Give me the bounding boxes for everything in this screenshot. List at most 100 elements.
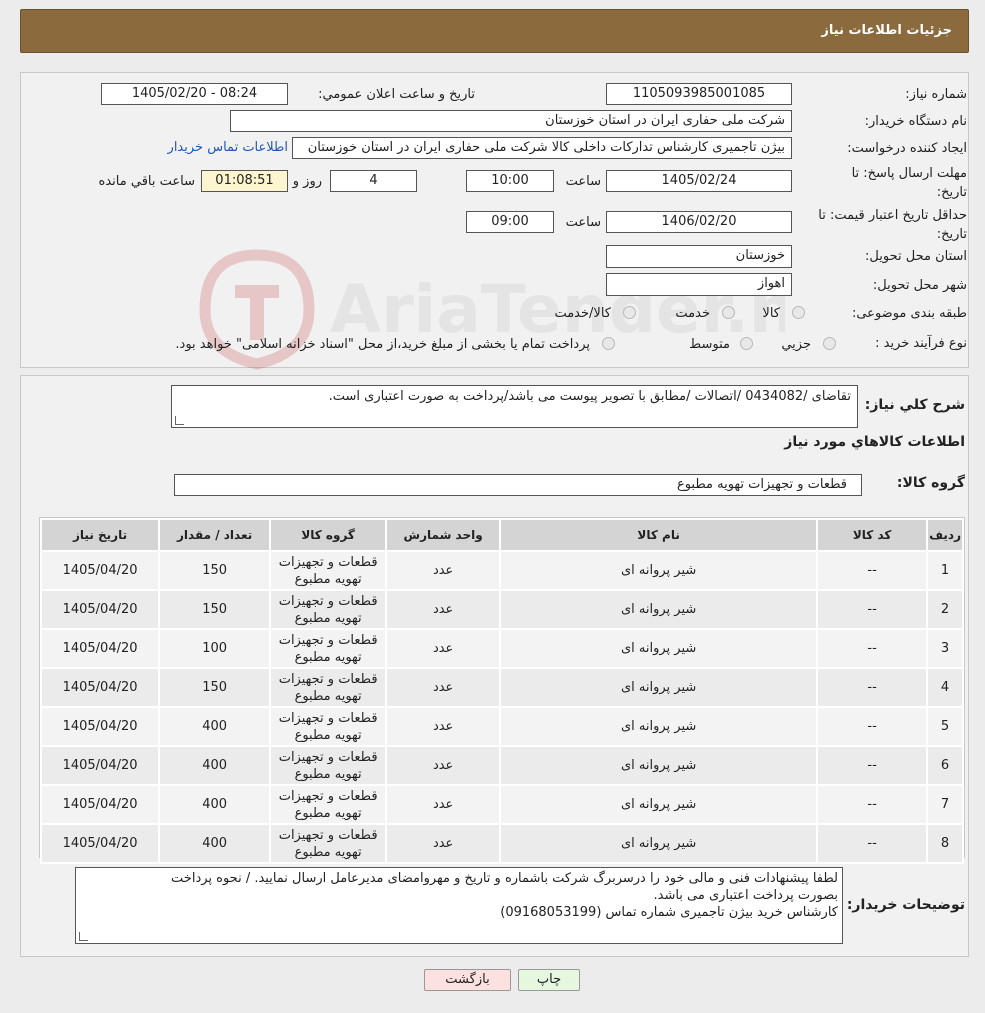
unit-cell: عدد [387,708,500,745]
item-group-line-2: تهویه مطبوع [294,727,362,743]
resize-handle-icon[interactable] [79,932,88,941]
row-number-cell: 5 [928,708,962,745]
item-code-cell: -- [818,708,927,745]
announce-date-label: تاریخ و ساعت اعلان عمومي: [318,87,475,102]
col-row-number: ردیف [928,520,962,550]
need-date-cell: 1405/04/20 [42,708,159,745]
item-group-line-1: قطعات و تجهیزات [278,593,378,609]
price-validity-label: حداقل تاریخ اعتبار قیمت: تا تاریخ: [818,208,967,242]
row-number-cell: 3 [928,630,962,667]
price-validity-time-label: ساعت [565,215,601,230]
item-name-cell: شیر پروانه ای [501,630,817,667]
col-unit: واحد شمارش [387,520,500,550]
goods-group-field: قطعات و تجهیزات تهویه مطبوع [174,474,862,496]
col-quantity: تعداد / مقدار [160,520,270,550]
table-row: 6 -- شیر پروانه ای عدد قطعات و تجهیزات تهویه … [42,747,962,784]
buyer-notes-textarea[interactable]: لطفا پیشنهادات فنی و مالی خود را درسربرگ… [75,867,843,944]
page-header: جزئیات اطلاعات نیاز [20,9,969,53]
row-number-cell: 7 [928,786,962,823]
need-date-cell: 1405/04/20 [42,669,159,706]
item-group-line-2: تهویه مطبوع [294,649,362,665]
table-row: 5 -- شیر پروانه ای عدد قطعات و تجهیزات تهویه … [42,708,962,745]
item-group-line-2: تهویه مطبوع [294,766,362,782]
item-group-cell: قطعات و تجهیزات تهویه مطبوع [271,630,386,667]
row-number-cell: 8 [928,825,962,862]
need-date-cell: 1405/04/20 [42,747,159,784]
print-button[interactable]: چاپ [518,969,580,991]
item-group-cell: قطعات و تجهیزات تهویه مطبوع [271,669,386,706]
category-option-goods-service: کالا/خدمت [554,306,611,321]
announce-date-field: 1405/02/20 - 08:24 [101,83,288,105]
process-radio-treasury[interactable] [602,337,615,350]
category-label: طبقه بندی موضوعی: [851,306,967,321]
days-remaining-field: 4 [330,170,417,192]
deadline-time-label: ساعت [565,174,601,189]
need-date-cell: 1405/04/20 [42,786,159,823]
item-code-cell: -- [818,630,927,667]
table-row: 3 -- شیر پروانه ای عدد قطعات و تجهیزات تهویه … [42,630,962,667]
quantity-cell: 400 [160,786,270,823]
deadline-date-field: 1405/02/24 [606,170,792,192]
item-code-cell: -- [818,786,927,823]
summary-text: تقاضای /0434082 /اتصالات /مطابق با تصویر… [328,389,851,404]
item-group-line-2: تهویه مطبوع [294,805,362,821]
need-number-field: 1105093985001085 [606,83,792,105]
item-name-cell: شیر پروانه ای [501,747,817,784]
process-radio-minor[interactable] [823,337,836,350]
contact-buyer-link[interactable]: اطلاعات تماس خریدار [168,140,288,155]
unit-cell: عدد [387,630,500,667]
item-name-cell: شیر پروانه ای [501,591,817,628]
item-name-cell: شیر پروانه ای [501,825,817,862]
category-radio-goods-service[interactable] [623,306,636,319]
item-name-cell: شیر پروانه ای [501,552,817,589]
need-date-cell: 1405/04/20 [42,825,159,862]
item-group-line-1: قطعات و تجهیزات [278,749,378,765]
category-option-service: خدمت [675,306,710,321]
buyer-org-field: شرکت ملی حفاری ایران در استان خوزستان [230,110,792,132]
quantity-cell: 400 [160,708,270,745]
quantity-cell: 100 [160,630,270,667]
requester-label: ایجاد کننده درخواست: [847,141,967,156]
price-validity-date-field: 1406/02/20 [606,211,792,233]
process-radio-medium[interactable] [740,337,753,350]
summary-label: شرح کلي نیاز: [864,397,965,413]
item-group-cell: قطعات و تجهیزات تهویه مطبوع [271,552,386,589]
item-group-cell: قطعات و تجهیزات تهویه مطبوع [271,591,386,628]
back-button[interactable]: بازگشت [424,969,511,991]
table-row: 7 -- شیر پروانه ای عدد قطعات و تجهیزات تهویه … [42,786,962,823]
goods-table-container: ردیف کد کالا نام کالا واحد شمارش گروه کا… [39,517,965,864]
col-need-date: تاریخ نیاز [42,520,159,550]
process-option-medium: متوسط [689,337,730,352]
quantity-cell: 150 [160,669,270,706]
quantity-cell: 400 [160,747,270,784]
need-date-cell: 1405/04/20 [42,591,159,628]
summary-textarea[interactable]: تقاضای /0434082 /اتصالات /مطابق با تصویر… [171,385,858,428]
item-group-line-2: تهویه مطبوع [294,844,362,860]
quantity-cell: 400 [160,825,270,862]
page-title: جزئیات اطلاعات نیاز [821,23,952,38]
category-radio-service[interactable] [722,306,735,319]
item-group-cell: قطعات و تجهیزات تهویه مطبوع [271,825,386,862]
unit-cell: عدد [387,825,500,862]
delivery-province-label: استان محل تحویل: [865,249,967,264]
deadline-label: مهلت ارسال پاسخ: تا تاریخ: [851,166,967,200]
resize-handle-icon[interactable] [175,416,184,425]
item-group-line-2: تهویه مطبوع [294,571,362,587]
unit-cell: عدد [387,747,500,784]
table-row: 8 -- شیر پروانه ای عدد قطعات و تجهیزات تهویه … [42,825,962,862]
item-code-cell: -- [818,552,927,589]
deadline-time-field: 10:00 [466,170,554,192]
category-option-goods: کالا [762,306,780,321]
time-remaining-label: ساعت باقي مانده [98,174,195,189]
need-date-cell: 1405/04/20 [42,552,159,589]
item-group-line-1: قطعات و تجهیزات [278,632,378,648]
buyer-notes-label: توضیحات خریدار: [846,897,965,913]
item-name-cell: شیر پروانه ای [501,708,817,745]
quantity-cell: 150 [160,552,270,589]
category-radio-goods[interactable] [792,306,805,319]
process-treasury-note: پرداخت تمام یا بخشی از مبلغ خرید،از محل … [175,337,590,352]
item-group-line-1: قطعات و تجهیزات [278,827,378,843]
table-row: 4 -- شیر پروانه ای عدد قطعات و تجهیزات تهویه … [42,669,962,706]
time-remaining-field: 01:08:51 [201,170,288,192]
item-name-cell: شیر پروانه ای [501,786,817,823]
